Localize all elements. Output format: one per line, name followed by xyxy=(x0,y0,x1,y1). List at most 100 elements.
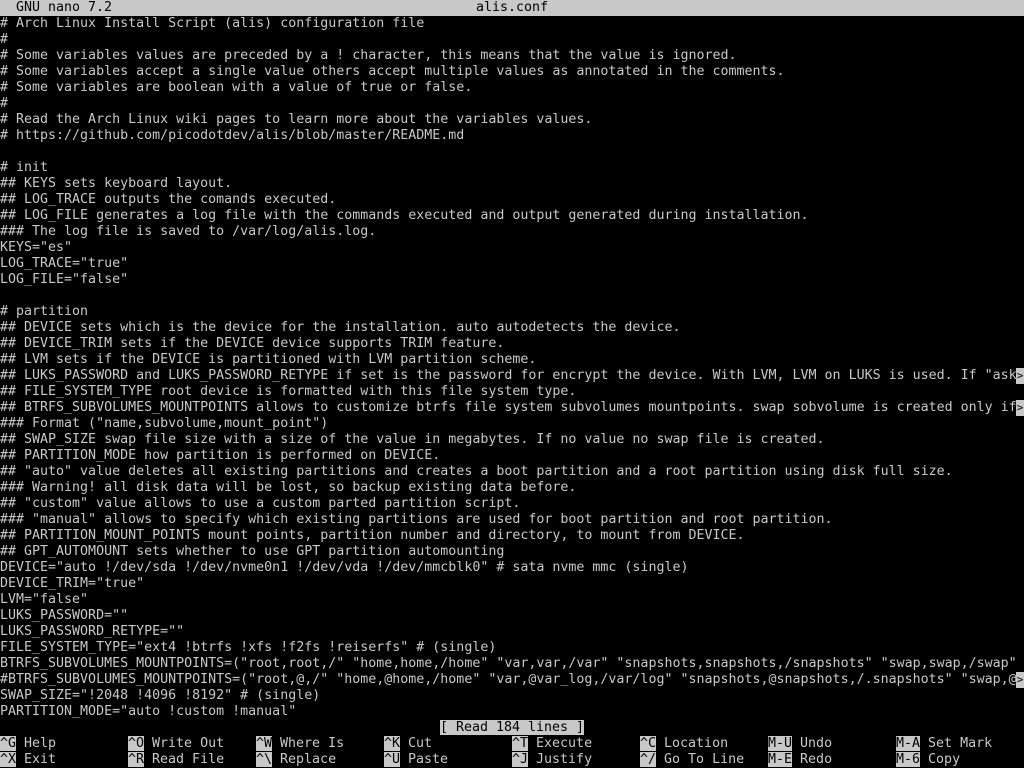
editor-line[interactable]: ## KEYS sets keyboard layout. xyxy=(0,176,1024,192)
editor-line[interactable]: ### "manual" allows to specify which exi… xyxy=(0,512,1024,528)
editor-line[interactable]: # Some variables accept a single value o… xyxy=(0,64,1024,80)
line-text: ## "auto" value deletes all existing par… xyxy=(0,464,953,479)
shortcut-set-mark[interactable]: M-A Set Mark xyxy=(896,736,992,752)
line-text: # Some variables values are preceded by … xyxy=(0,48,737,63)
editor-line[interactable]: # Arch Linux Install Script (alis) confi… xyxy=(0,16,1024,32)
editor-line[interactable]: # xyxy=(0,96,1024,112)
line-text: ## LUKS_PASSWORD and LUKS_PASSWORD_RETYP… xyxy=(0,368,1016,383)
editor-line[interactable]: SWAP_SIZE="!2048 !4096 !8192" # (single) xyxy=(0,688,1024,704)
shortcut-justify[interactable]: ^J Justify xyxy=(512,752,592,768)
shortcut-label: Read File xyxy=(152,752,225,767)
editor-line[interactable]: # Some variables values are preceded by … xyxy=(0,48,1024,64)
editor-line[interactable]: #BTRFS_SUBVOLUMES_MOUNTPOINTS=("root,@,/… xyxy=(0,672,1024,688)
line-text: ## GPT_AUTOMOUNT sets whether to use GPT… xyxy=(0,544,505,559)
editor-line[interactable]: ## PARTITION_MOUNT_POINTS mount points, … xyxy=(0,528,1024,544)
line-text: # Some variables are boolean with a valu… xyxy=(0,80,473,95)
line-overflow-icon: > xyxy=(1016,672,1024,688)
editor-line[interactable]: # Read the Arch Linux wiki pages to lear… xyxy=(0,112,1024,128)
line-text: # Some variables accept a single value o… xyxy=(0,64,785,79)
line-text: ### Format ("name,subvolume,mount_point"… xyxy=(0,416,329,431)
editor-line[interactable]: # xyxy=(0,32,1024,48)
editor-line[interactable]: PARTITION_MODE="auto !custom !manual" xyxy=(0,704,1024,720)
shortcut-cut[interactable]: ^K Cut xyxy=(384,736,432,752)
shortcut-label: Write Out xyxy=(152,736,225,751)
editor-line[interactable]: BTRFS_SUBVOLUMES_MOUNTPOINTS=("root,root… xyxy=(0,656,1024,672)
shortcut-label: Location xyxy=(664,736,729,751)
editor-line[interactable]: ## SWAP_SIZE swap file size with a size … xyxy=(0,432,1024,448)
shortcut-read-file[interactable]: ^R Read File xyxy=(128,752,224,768)
shortcut-go-to-line[interactable]: ^/ Go To Line xyxy=(640,752,744,768)
editor-line[interactable] xyxy=(0,288,1024,304)
editor-line[interactable]: ## "custom" value allows to use a custom… xyxy=(0,496,1024,512)
editor-line[interactable]: KEYS="es" xyxy=(0,240,1024,256)
editor-line[interactable]: LUKS_PASSWORD_RETYPE="" xyxy=(0,624,1024,640)
editor-line[interactable]: ## DEVICE_TRIM sets if the DEVICE device… xyxy=(0,336,1024,352)
editor-line[interactable]: ## LOG_FILE generates a log file with th… xyxy=(0,208,1024,224)
editor-line[interactable]: # https://github.com/picodotdev/alis/blo… xyxy=(0,128,1024,144)
shortcut-redo[interactable]: M-E Redo xyxy=(768,752,832,768)
line-text: #BTRFS_SUBVOLUMES_MOUNTPOINTS=("root,@,/… xyxy=(0,672,1016,687)
line-text: LUKS_PASSWORD_RETYPE="" xyxy=(0,624,185,639)
shortcut-label: Execute xyxy=(536,736,593,751)
editor-line[interactable]: ### Format ("name,subvolume,mount_point"… xyxy=(0,416,1024,432)
editor-line[interactable]: DEVICE="auto !/dev/sda !/dev/nvme0n1 !/d… xyxy=(0,560,1024,576)
line-text: ## PARTITION_MOUNT_POINTS mount points, … xyxy=(0,528,745,543)
shortcut-copy[interactable]: M-6 Copy xyxy=(896,752,960,768)
shortcut-key: M-U xyxy=(768,736,793,751)
editor-line[interactable]: # partition xyxy=(0,304,1024,320)
editor-line[interactable]: DEVICE_TRIM="true" xyxy=(0,576,1024,592)
editor-line[interactable]: LUKS_PASSWORD="" xyxy=(0,608,1024,624)
editor-line[interactable]: # Some variables are boolean with a valu… xyxy=(0,80,1024,96)
shortcut-location[interactable]: ^C Location xyxy=(640,736,728,752)
shortcut-key: ^W xyxy=(256,736,273,751)
editor-line[interactable]: ### Warning! all disk data will be lost,… xyxy=(0,480,1024,496)
editor-line[interactable]: ## LOG_TRACE outputs the comands execute… xyxy=(0,192,1024,208)
line-text: # Arch Linux Install Script (alis) confi… xyxy=(0,16,425,31)
shortcut-label: Redo xyxy=(800,752,833,767)
shortcut-key: M-A xyxy=(896,736,921,751)
shortcut-key: ^J xyxy=(512,752,529,767)
editor-line[interactable]: LVM="false" xyxy=(0,592,1024,608)
shortcut-help[interactable]: ^G Help xyxy=(0,736,56,752)
shortcut-bar: ^G Help ^X Exit ^O Write Out ^R Read File ^W… xyxy=(0,736,1024,768)
line-text: LOG_TRACE="true" xyxy=(0,256,129,271)
shortcut-label: Replace xyxy=(280,752,337,767)
editor-area[interactable]: # Arch Linux Install Script (alis) confi… xyxy=(0,16,1024,720)
line-text: # xyxy=(0,32,9,47)
editor-line[interactable] xyxy=(0,144,1024,160)
editor-line[interactable]: # init xyxy=(0,160,1024,176)
shortcut-key: ^G xyxy=(0,736,17,751)
editor-line[interactable]: ## FILE_SYSTEM_TYPE root device is forma… xyxy=(0,384,1024,400)
shortcut-write-out[interactable]: ^O Write Out xyxy=(128,736,224,752)
shortcut-label: Cut xyxy=(408,736,433,751)
shortcut-label: Set Mark xyxy=(928,736,993,751)
shortcut-label: Undo xyxy=(800,736,833,751)
shortcut-label: Copy xyxy=(928,752,961,767)
file-name: alis.conf xyxy=(475,0,549,15)
shortcut-key: ^U xyxy=(384,752,401,767)
editor-line[interactable]: ## "auto" value deletes all existing par… xyxy=(0,464,1024,480)
shortcut-execute[interactable]: ^T Execute xyxy=(512,736,592,752)
title-bar: GNU nano 7.2 alis.conf xyxy=(0,0,1024,16)
editor-line[interactable]: LOG_FILE="false" xyxy=(0,272,1024,288)
line-overflow-icon: > xyxy=(1016,400,1024,416)
shortcut-key: ^\ xyxy=(256,752,273,767)
editor-line[interactable]: ## PARTITION_MODE how partition is perfo… xyxy=(0,448,1024,464)
line-text: ## LOG_TRACE outputs the comands execute… xyxy=(0,192,337,207)
editor-line[interactable]: FILE_SYSTEM_TYPE="ext4 !btrfs !xfs !f2fs… xyxy=(0,640,1024,656)
editor-line[interactable]: LOG_TRACE="true" xyxy=(0,256,1024,272)
shortcut-exit[interactable]: ^X Exit xyxy=(0,752,56,768)
shortcut-where-is[interactable]: ^W Where Is xyxy=(256,736,344,752)
shortcut-replace[interactable]: ^\ Replace xyxy=(256,752,336,768)
editor-line[interactable]: ## DEVICE sets which is the device for t… xyxy=(0,320,1024,336)
editor-line[interactable]: ## LVM sets if the DEVICE is partitioned… xyxy=(0,352,1024,368)
line-text: ## LOG_FILE generates a log file with th… xyxy=(0,208,809,223)
shortcut-paste[interactable]: ^U Paste xyxy=(384,752,448,768)
shortcut-key: ^R xyxy=(128,752,145,767)
editor-line[interactable]: ## BTRFS_SUBVOLUMES_MOUNTPOINTS allows t… xyxy=(0,400,1024,416)
editor-line[interactable]: ### The log file is saved to /var/log/al… xyxy=(0,224,1024,240)
shortcut-undo[interactable]: M-U Undo xyxy=(768,736,832,752)
editor-line[interactable]: ## LUKS_PASSWORD and LUKS_PASSWORD_RETYP… xyxy=(0,368,1024,384)
shortcut-label: Justify xyxy=(536,752,593,767)
editor-line[interactable]: ## GPT_AUTOMOUNT sets whether to use GPT… xyxy=(0,544,1024,560)
